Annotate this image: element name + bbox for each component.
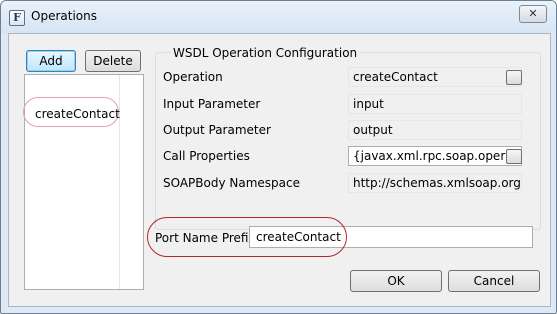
soapbody-namespace-label: SOAPBody Namespace (163, 176, 301, 190)
window-title: Operations (31, 9, 97, 23)
group-title: WSDL Operation Configuration (171, 46, 360, 60)
call-properties-browse-button[interactable] (506, 149, 522, 164)
delete-button[interactable]: Delete (85, 50, 141, 72)
ok-button[interactable]: OK (350, 270, 442, 292)
close-icon[interactable]: ✕ (519, 5, 547, 23)
list-item[interactable]: createContact (27, 105, 128, 123)
input-parameter-field[interactable]: input (348, 94, 522, 114)
operation-label: Operation (163, 70, 223, 84)
output-parameter-label: Output Parameter (163, 123, 271, 137)
port-prefix-highlight (147, 217, 347, 257)
call-properties-field[interactable]: {javax.xml.rpc.soap.operation (348, 146, 522, 166)
cancel-button[interactable]: Cancel (448, 270, 540, 292)
operation-browse-button[interactable] (506, 70, 522, 85)
operations-dialog: F Operations ✕ Add Delete createContact … (0, 0, 557, 314)
app-icon: F (9, 10, 25, 26)
operation-field[interactable]: createContact (348, 67, 522, 87)
title-bar[interactable]: F Operations ✕ (1, 1, 556, 33)
soapbody-namespace-field[interactable]: http://schemas.xmlsoap.org/ws (348, 173, 522, 193)
add-button[interactable]: Add (26, 50, 76, 72)
operations-list[interactable]: createContact (23, 74, 144, 290)
input-parameter-label: Input Parameter (163, 97, 261, 111)
output-parameter-field[interactable]: output (348, 120, 522, 140)
dialog-body: Add Delete createContact WSDL Operation … (8, 33, 551, 307)
call-properties-label: Call Properties (163, 149, 250, 163)
